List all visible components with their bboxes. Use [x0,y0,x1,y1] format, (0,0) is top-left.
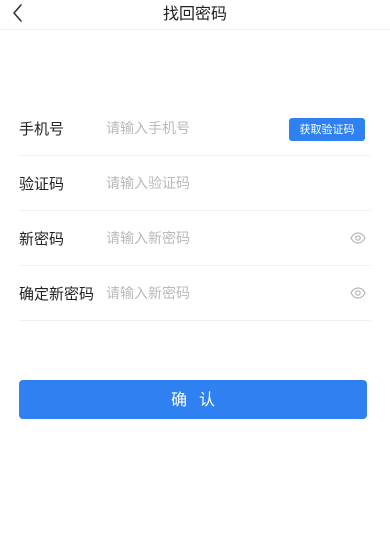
code-label: 验证码 [19,175,65,193]
navigation-bar: 找回密码 [0,0,390,30]
confirm-password-input[interactable] [106,280,286,308]
find-password-screen: 找回密码 手机号 获取验证码 验证码 新密码 确定新密码 确 [0,0,390,533]
get-code-button[interactable]: 获取验证码 [289,118,365,141]
toggle-new-password-visibility[interactable] [350,230,366,246]
confirm-button[interactable]: 确认 [19,380,367,419]
confirm-password-row: 确定新密码 [19,266,371,321]
new-password-row: 新密码 [19,211,371,266]
code-row: 验证码 [19,156,371,211]
eye-icon [350,232,366,244]
confirm-password-label: 确定新密码 [19,285,95,303]
new-password-input[interactable] [106,225,286,253]
phone-label: 手机号 [19,120,65,138]
eye-icon [350,287,366,299]
page-title: 找回密码 [162,4,227,23]
toggle-confirm-password-visibility[interactable] [350,285,366,301]
new-password-label: 新密码 [19,230,65,248]
phone-row: 手机号 获取验证码 [19,101,371,156]
code-input[interactable] [106,170,286,198]
phone-input[interactable] [106,115,286,143]
